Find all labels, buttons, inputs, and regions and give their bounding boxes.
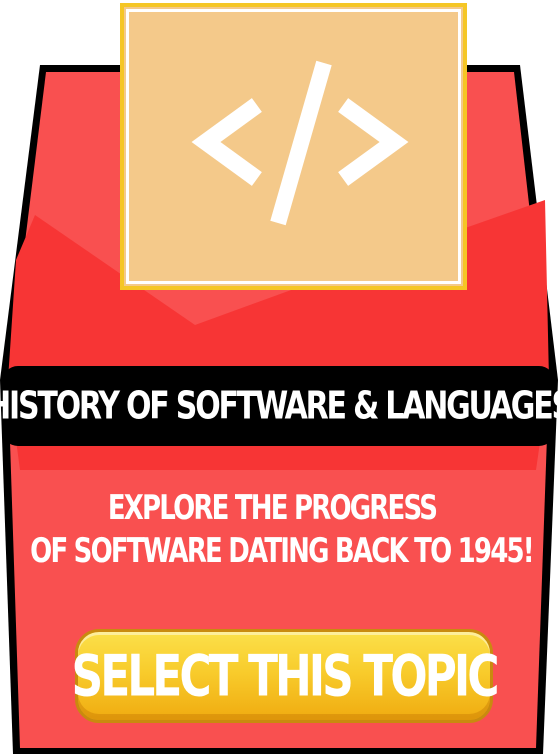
topic-title-bar: HISTORY OF SOFTWARE & LANGUAGES bbox=[0, 366, 558, 446]
topic-title: HISTORY OF SOFTWARE & LANGUAGES bbox=[0, 383, 558, 429]
select-topic-button[interactable]: SELECT THIS TOPIC bbox=[72, 629, 500, 723]
topic-icon-tile bbox=[120, 3, 467, 290]
description-line-2: OF SOFTWARE DATING BACK TO 1945! bbox=[30, 532, 534, 572]
code-brackets-icon bbox=[191, 60, 409, 226]
topic-description: EXPLORE THE PROGRESS OF SOFTWARE DATING … bbox=[0, 488, 558, 574]
select-topic-label: SELECT THIS TOPIC bbox=[71, 642, 500, 710]
